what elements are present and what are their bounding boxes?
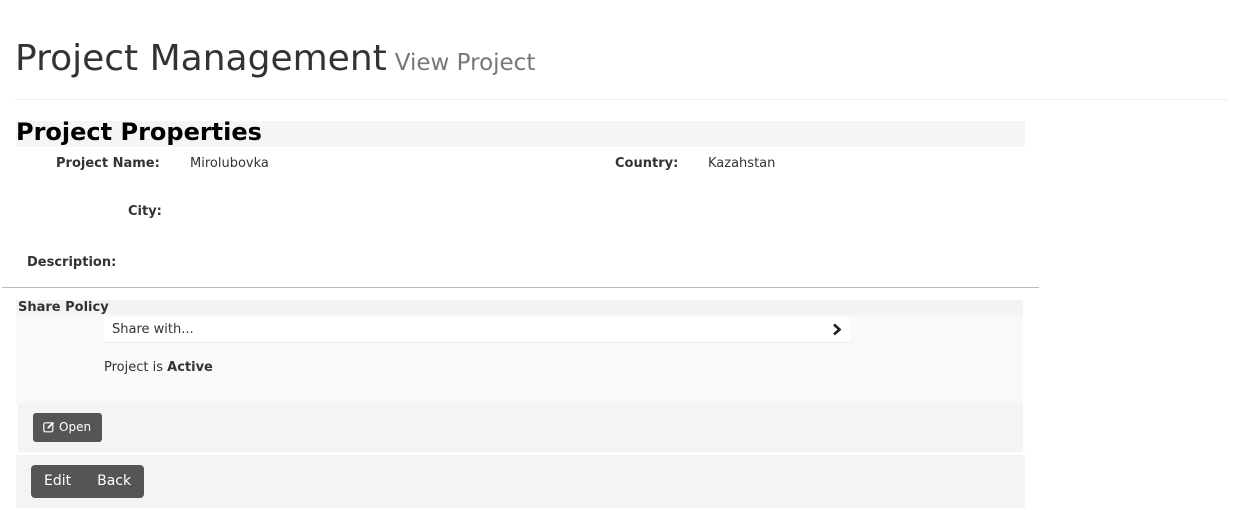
action-panel: Edit Back [16,455,1025,508]
section-title: Project Properties [16,118,262,146]
back-button[interactable]: Back [84,465,144,498]
description-label: Description: [27,255,117,270]
page: Project Management View Project Project P… [0,0,1243,510]
share-with-button[interactable]: Share with... [104,317,850,343]
open-button[interactable]: Open [33,413,102,442]
share-policy-header: Share Policy [16,300,1023,315]
page-title: Project Management [15,38,387,79]
status-value: Active [167,360,213,375]
share-with-label: Share with... [112,322,194,337]
project-properties-header: Project Properties [16,118,1025,147]
country-value: Kazahstan [708,156,776,171]
open-panel: Open [18,403,1023,452]
share-policy-panel: Share Policy Share with... Project is Ac… [16,300,1023,403]
share-policy-title: Share Policy [18,300,109,315]
chevron-right-icon [833,323,842,336]
status-prefix: Project is [104,360,163,375]
city-label: City: [128,204,162,219]
page-subtitle: View Project [394,50,536,76]
project-name-value: Mirolubovka [190,156,269,171]
project-status: Project is Active [104,360,213,375]
open-label: Open [59,420,92,434]
edit-icon [43,421,55,433]
page-header: Project Management View Project [15,38,535,79]
edit-button[interactable]: Edit [31,465,84,498]
section-divider [2,287,1039,288]
project-name-label: Project Name: [56,156,160,171]
header-divider [15,99,1228,100]
action-button-group: Edit Back [31,465,145,498]
country-label: Country: [615,156,679,171]
